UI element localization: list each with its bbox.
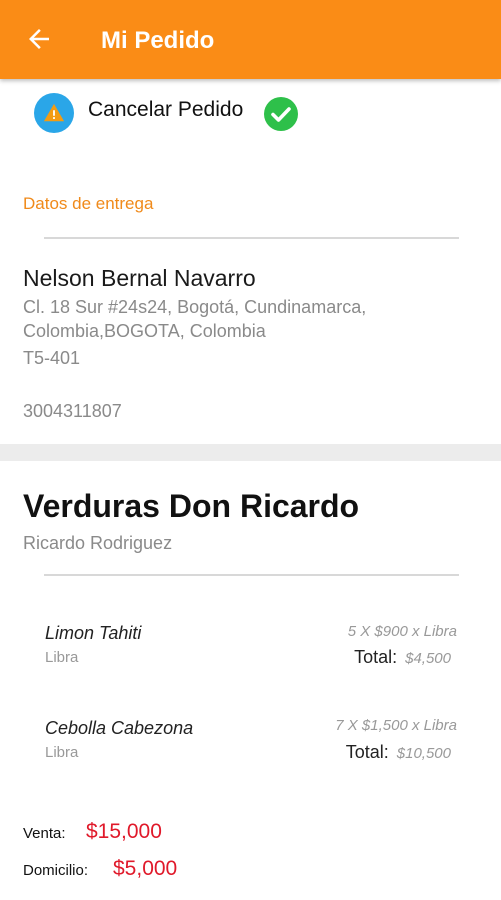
page-title: Mi Pedido [101, 27, 215, 54]
item-name: Cebolla Cabezona [45, 718, 194, 738]
app-bar: Mi Pedido [0, 0, 501, 79]
check-circle-icon [264, 97, 298, 131]
cancel-order-button[interactable] [34, 93, 74, 133]
sale-label: Venta: [23, 825, 66, 842]
item-total-value: $4,500 [405, 650, 451, 667]
item-unit: Libra [45, 649, 79, 666]
sale-value: $15,000 [86, 820, 162, 843]
item-total-label: Total: [345, 742, 389, 762]
item-total-value: $10,500 [396, 745, 451, 762]
item-total: Total: $10,500 [346, 740, 451, 766]
divider [44, 237, 459, 239]
customer-name: Nelson Bernal Navarro [23, 265, 256, 291]
item-total-label: Total: [354, 647, 398, 667]
item-name: Limon Tahiti [45, 623, 142, 643]
delivery-section-label: Datos de entrega [23, 194, 154, 213]
item-unit: Libra [45, 744, 79, 761]
divider [44, 574, 459, 576]
delivery-address: Cl. 18 Sur #24s24, Bogotá, Cundinamarca,… [23, 297, 367, 341]
warning-icon [43, 103, 65, 122]
item-total: Total: $4,500 [354, 645, 451, 671]
delivery-unit: T5-401 [23, 348, 81, 368]
store-owner: Ricardo Rodriguez [23, 533, 173, 553]
delivery-fee-label: Domicilio: [23, 862, 89, 879]
delivery-fee-value: $5,000 [113, 857, 178, 880]
item-quantity-price: 5 X $900 x Libra [347, 623, 457, 640]
arrow-back-icon[interactable] [24, 24, 54, 54]
customer-phone: 3004311807 [23, 401, 122, 421]
cancel-order-label[interactable]: Cancelar Pedido [88, 96, 243, 124]
item-quantity-price: 7 X $1,500 x Libra [335, 717, 457, 734]
store-name: Verduras Don Ricardo [23, 488, 360, 524]
section-separator [0, 444, 501, 461]
